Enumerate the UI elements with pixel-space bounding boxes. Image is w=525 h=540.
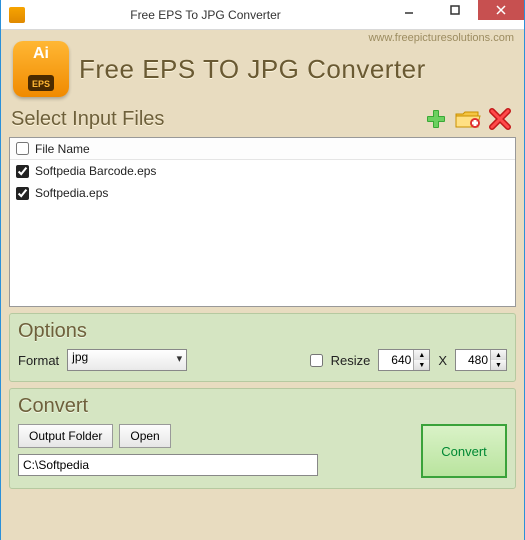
height-spinner[interactable]: ▲▼ [455, 349, 507, 371]
file-list-header[interactable]: File Name [10, 138, 515, 160]
convert-panel: Convert Output Folder Open Convert [9, 388, 516, 489]
title-bar: Free EPS To JPG Converter [1, 0, 524, 30]
file-list[interactable]: File Name Softpedia Barcode.eps Softpedi… [9, 137, 516, 307]
file-row[interactable]: Softpedia Barcode.eps [10, 160, 515, 182]
input-files-title: Select Input Files [11, 108, 164, 131]
options-panel: Options Format jpg Resize ▲▼ X ▲▼ [9, 313, 516, 382]
height-input[interactable] [456, 350, 490, 370]
minimize-button[interactable] [386, 0, 432, 20]
convert-title: Convert [18, 395, 507, 418]
select-all-checkbox[interactable] [16, 142, 29, 155]
format-value: jpg [72, 350, 88, 364]
options-title: Options [18, 320, 507, 343]
convert-button[interactable]: Convert [421, 424, 507, 478]
output-path-input[interactable] [18, 454, 318, 476]
window-title: Free EPS To JPG Converter [25, 8, 386, 22]
width-input[interactable] [379, 350, 413, 370]
close-icon [496, 5, 506, 15]
convert-button-label: Convert [441, 444, 487, 459]
resize-checkbox[interactable] [310, 354, 323, 367]
format-label: Format [18, 353, 59, 368]
file-row-name: Softpedia.eps [35, 186, 108, 200]
column-filename: File Name [35, 142, 90, 156]
app-icon [9, 7, 25, 23]
maximize-button[interactable] [432, 0, 478, 20]
remove-button[interactable] [486, 106, 514, 132]
delete-x-icon [488, 107, 512, 131]
file-row-checkbox[interactable] [16, 187, 29, 200]
app-logo: EPS [13, 41, 69, 97]
add-file-button[interactable] [422, 106, 450, 132]
file-row-checkbox[interactable] [16, 165, 29, 178]
open-button[interactable]: Open [119, 424, 170, 448]
plus-icon [423, 107, 449, 131]
file-row-name: Softpedia Barcode.eps [35, 164, 156, 178]
minimize-icon [404, 5, 414, 15]
app-title: Free EPS TO JPG Converter [79, 54, 426, 85]
x-label: X [438, 353, 447, 368]
format-select[interactable]: jpg [67, 349, 187, 371]
height-down[interactable]: ▼ [491, 360, 506, 370]
maximize-icon [450, 5, 460, 15]
width-up[interactable]: ▲ [414, 350, 429, 360]
add-folder-button[interactable] [454, 106, 482, 132]
output-folder-button[interactable]: Output Folder [18, 424, 113, 448]
folder-plus-icon [454, 107, 482, 131]
app-title-suffix: Converter [299, 54, 425, 84]
resize-label: Resize [331, 353, 371, 368]
file-row[interactable]: Softpedia.eps [10, 182, 515, 204]
width-spinner[interactable]: ▲▼ [378, 349, 430, 371]
app-title-prefix: Free [79, 54, 142, 84]
width-down[interactable]: ▼ [414, 360, 429, 370]
close-button[interactable] [478, 0, 524, 20]
logo-eps-tag: EPS [32, 79, 50, 89]
app-title-accent: EPS TO JPG [142, 54, 299, 84]
height-up[interactable]: ▲ [491, 350, 506, 360]
